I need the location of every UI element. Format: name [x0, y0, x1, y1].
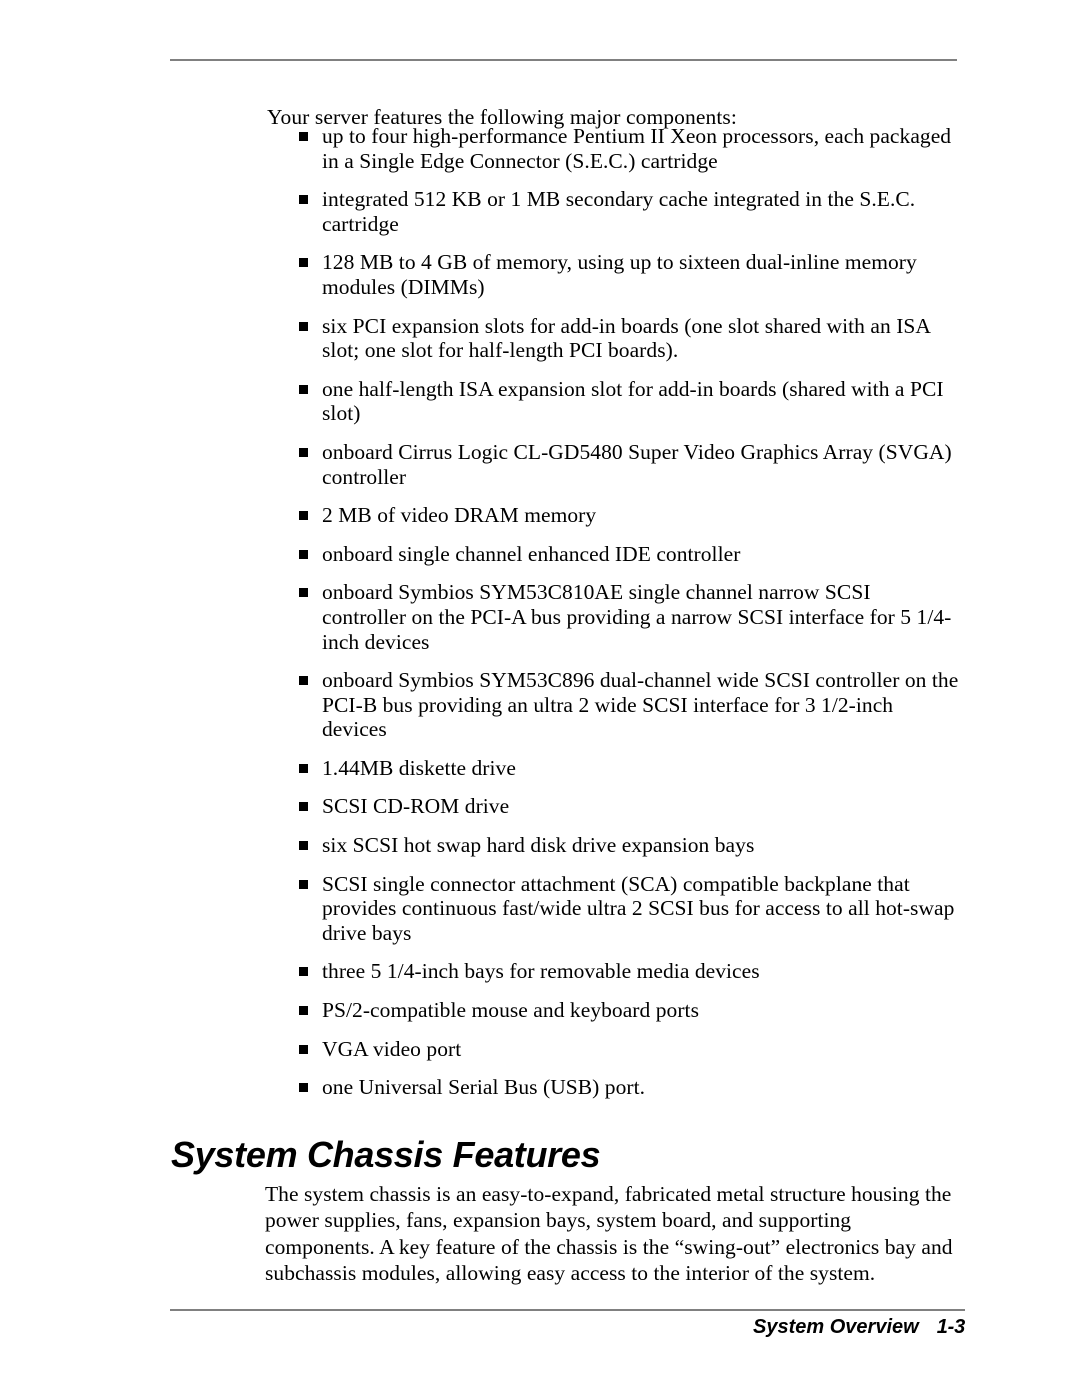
bullet-square-icon [299, 588, 308, 598]
list-item-text: integrated 512 KB or 1 MB secondary cach… [322, 187, 916, 236]
list-item-text: onboard Symbios SYM53C810AE single chann… [322, 580, 952, 654]
list-item-text: onboard Symbios SYM53C896 dual-channel w… [322, 668, 959, 742]
list-item: SCSI single connector attachment (SCA) c… [299, 872, 959, 946]
list-item: onboard Symbios SYM53C810AE single chann… [299, 580, 959, 654]
list-item-text: 128 MB to 4 GB of memory, using up to si… [322, 250, 917, 299]
list-item-text: 2 MB of video DRAM memory [322, 503, 597, 528]
list-item: onboard Symbios SYM53C896 dual-channel w… [299, 668, 959, 742]
list-item: six PCI expansion slots for add-in board… [299, 314, 959, 363]
header-rule [170, 59, 957, 61]
bullet-square-icon [299, 879, 308, 889]
footer-section-title: System Overview [753, 1316, 919, 1338]
bullet-square-icon [299, 321, 308, 331]
bullet-square-icon [299, 258, 308, 268]
list-item: three 5 1/4-inch bays for removable medi… [299, 959, 959, 984]
list-item: six SCSI hot swap hard disk drive expans… [299, 833, 959, 858]
list-item-text: up to four high-performance Pentium II X… [322, 124, 952, 173]
list-item: VGA video port [299, 1037, 959, 1062]
list-item-text: onboard Cirrus Logic CL-GD5480 Super Vid… [322, 439, 952, 489]
bullet-square-icon [299, 1044, 308, 1054]
list-item: one Universal Serial Bus (USB) port. [299, 1075, 959, 1100]
bullet-square-icon [299, 802, 308, 812]
list-item-text: three 5 1/4-inch bays for removable medi… [322, 959, 760, 984]
bullet-square-icon [299, 1083, 308, 1093]
list-item-text: 1.44MB diskette drive [322, 755, 516, 780]
list-item: 1.44MB diskette drive [299, 756, 959, 781]
page-footer: System Overview 1-3 [170, 1316, 965, 1339]
list-item: one half-length ISA expansion slot for a… [299, 377, 959, 426]
list-item-text: six SCSI hot swap hard disk drive expans… [322, 833, 755, 858]
list-item: 128 MB to 4 GB of memory, using up to si… [299, 250, 959, 299]
bullet-square-icon [299, 841, 308, 851]
list-item-text: onboard single channel enhanced IDE cont… [322, 541, 741, 566]
list-item-text: one Universal Serial Bus (USB) port. [322, 1075, 646, 1100]
list-item-text: SCSI single connector attachment (SCA) c… [322, 871, 955, 945]
list-item: 2 MB of video DRAM memory [299, 503, 959, 528]
list-item-text: VGA video port [322, 1036, 462, 1061]
bullet-square-icon [299, 1006, 308, 1016]
bullet-square-icon [299, 549, 308, 559]
footer-page-number: 1-3 [936, 1316, 966, 1338]
bullet-square-icon [299, 195, 308, 205]
list-item: PS/2-compatible mouse and keyboard ports [299, 998, 959, 1023]
list-item: onboard single channel enhanced IDE cont… [299, 542, 959, 567]
list-item: integrated 512 KB or 1 MB secondary cach… [299, 187, 959, 236]
bullet-square-icon [299, 676, 308, 686]
list-item: up to four high-performance Pentium II X… [299, 124, 959, 173]
bullet-square-icon [299, 384, 308, 394]
bullet-square-icon [299, 511, 308, 521]
footer-rule [170, 1309, 965, 1311]
list-item: SCSI CD-ROM drive [299, 794, 959, 819]
server-features-list: up to four high-performance Pentium II X… [299, 124, 959, 1100]
chassis-description-paragraph: The system chassis is an easy-to-expand,… [265, 1181, 953, 1286]
bullet-square-icon [299, 763, 308, 773]
list-item-text: SCSI CD-ROM drive [322, 794, 510, 819]
document-page: Your server features the following major… [0, 0, 1080, 1397]
list-item-text: six PCI expansion slots for add-in board… [322, 313, 930, 363]
bullet-square-icon [299, 132, 308, 141]
page-title: System Chassis Features [171, 1133, 601, 1175]
list-item-text: one half-length ISA expansion slot for a… [322, 376, 944, 426]
list-item-text: PS/2-compatible mouse and keyboard ports [322, 998, 699, 1023]
bullet-square-icon [299, 447, 308, 457]
bullet-square-icon [299, 967, 308, 977]
list-item: onboard Cirrus Logic CL-GD5480 Super Vid… [299, 440, 959, 489]
